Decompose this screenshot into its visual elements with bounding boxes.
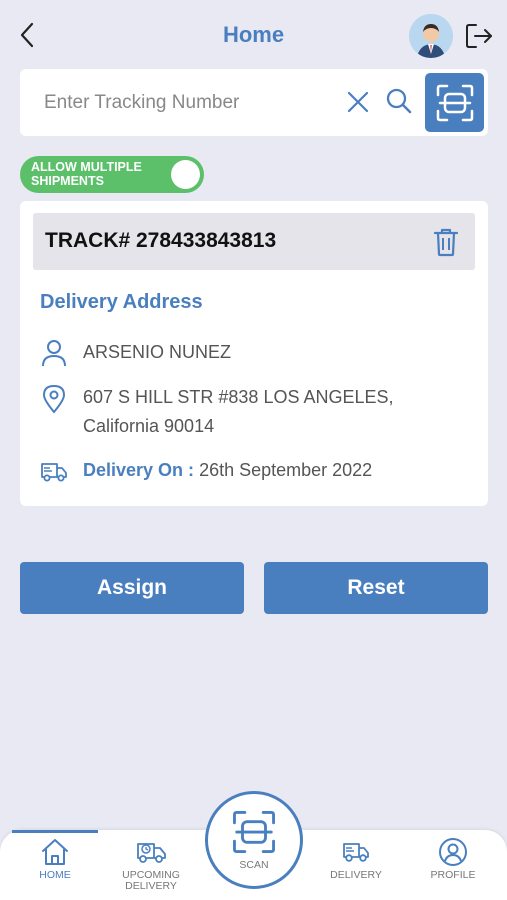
nav-scan-button[interactable]: SCAN: [205, 791, 303, 889]
barcode-scan-icon: [436, 84, 473, 121]
user-avatar-icon: [409, 14, 453, 58]
nav-delivery[interactable]: DELIVERY: [306, 836, 406, 900]
logout-icon: [466, 24, 492, 48]
tracking-number: TRACK# 278433843813: [45, 229, 277, 252]
delivery-address-title: Delivery Address: [40, 291, 203, 313]
clear-search-button[interactable]: [345, 87, 371, 117]
upcoming-delivery-icon: [135, 836, 167, 868]
reset-button[interactable]: Reset: [264, 562, 488, 614]
address-line-1: 607 S HILL STR #838 LOS ANGELES,: [83, 387, 394, 407]
nav-profile[interactable]: PROFILE: [403, 836, 503, 900]
recipient-name: ARSENIO NUNEZ: [83, 342, 232, 362]
person-icon: [40, 339, 68, 367]
delivery-truck-icon: [40, 458, 68, 486]
toggle-label: ALLOW MULTIPLE SHIPMENTS: [31, 160, 142, 188]
tracking-header: TRACK# 278433843813: [33, 213, 475, 270]
delivery-on-row: Delivery On : 26th September 2022: [83, 456, 372, 485]
delivery-on-label: Delivery On :: [83, 460, 195, 480]
delivery-truck-icon: [340, 836, 372, 868]
delete-shipment-button[interactable]: [431, 225, 461, 259]
scan-barcode-button[interactable]: [425, 73, 484, 132]
nav-label-upcoming-delivery: UPCOMING DELIVERY: [122, 869, 180, 892]
home-icon: [39, 836, 71, 868]
nav-label-home: HOME: [39, 869, 71, 881]
allow-multiple-shipments-toggle[interactable]: ALLOW MULTIPLE SHIPMENTS: [20, 156, 204, 193]
nav-label-profile: PROFILE: [430, 869, 476, 881]
nav-label-scan: SCAN: [239, 859, 269, 871]
close-icon: [347, 91, 369, 113]
location-pin-icon: [40, 384, 68, 414]
tracking-number-input[interactable]: [44, 85, 344, 121]
logout-button[interactable]: [462, 19, 496, 53]
search-card: [20, 69, 488, 136]
top-bar: Home: [0, 0, 507, 70]
nav-home[interactable]: HOME: [5, 836, 105, 900]
barcode-scan-icon: [233, 811, 275, 853]
toggle-knob: [171, 160, 200, 189]
delivery-date: 26th September 2022: [199, 460, 373, 480]
avatar[interactable]: [409, 14, 453, 58]
nav-label-delivery: DELIVERY: [330, 869, 382, 881]
profile-icon: [437, 836, 469, 868]
shipment-card: TRACK# 278433843813 Delivery Address ARS…: [20, 201, 488, 506]
assign-button[interactable]: Assign: [20, 562, 244, 614]
address-line-2: California 90014: [83, 416, 215, 436]
search-icon: [386, 88, 412, 114]
trash-icon: [433, 228, 459, 257]
search-button[interactable]: [384, 85, 414, 117]
nav-active-indicator: [12, 830, 98, 833]
nav-upcoming-delivery[interactable]: UPCOMING DELIVERY: [101, 836, 201, 900]
